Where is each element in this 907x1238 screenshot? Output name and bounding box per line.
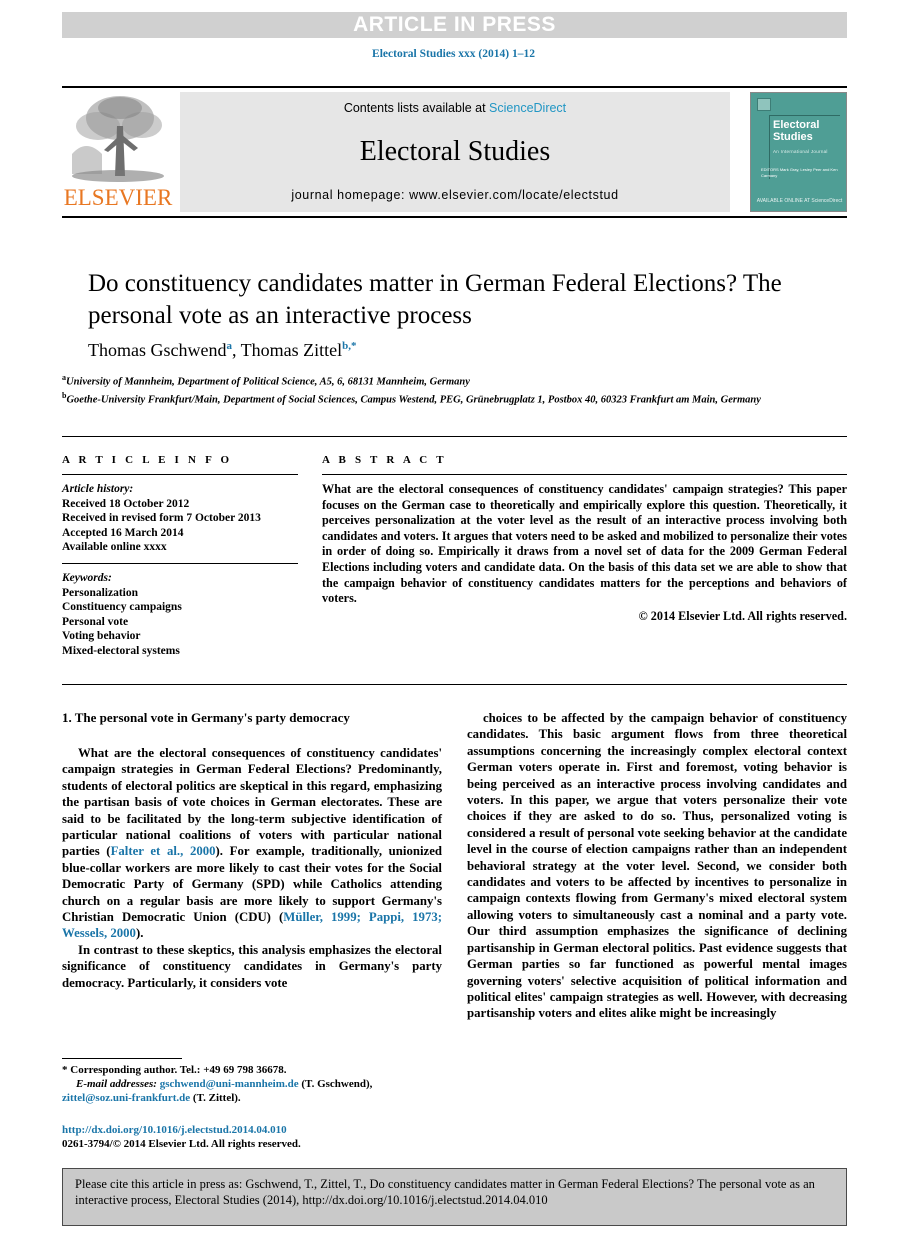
journal-cover-thumbnail: Electoral Studies An International Journ… xyxy=(750,92,847,212)
article-info-section: A R T I C L E I N F O Article history: R… xyxy=(62,454,298,659)
journal-masthead: ELSEVIER Contents lists available at Sci… xyxy=(62,86,847,218)
author-marker-2[interactable]: b,* xyxy=(342,340,356,352)
cover-title-line1: Electoral xyxy=(773,119,820,131)
body-paragraph: What are the electoral consequences of c… xyxy=(62,745,442,942)
keyword-2: Personal vote xyxy=(62,615,129,628)
email-address-1[interactable]: gschwend@uni-mannheim.de xyxy=(160,1078,299,1090)
divider-below-abstract xyxy=(62,684,847,685)
contents-prefix: Contents lists available at xyxy=(343,101,490,115)
cover-publisher: AVAILABLE ONLINE AT ScienceDirect xyxy=(756,198,843,204)
keywords-block: Keywords: Personalization Constituency c… xyxy=(62,571,298,659)
article-page: ARTICLE IN PRESS Electoral Studies xxx (… xyxy=(0,0,907,1238)
body-text-run: ). xyxy=(135,926,144,941)
affiliation-text-b: Goethe-University Frankfurt/Main, Depart… xyxy=(66,394,761,406)
citation-link[interactable]: Falter et al., 2000 xyxy=(111,844,216,858)
cover-title: Electoral Studies xyxy=(773,119,819,143)
email-address-2[interactable]: zittel@soz.uni-frankfurt.de xyxy=(62,1092,190,1104)
section-heading-1: 1. The personal vote in Germany's party … xyxy=(62,710,350,725)
elsevier-tree-icon xyxy=(72,96,164,182)
footnote-rule xyxy=(62,1058,182,1059)
abstract-heading: A B S T R A C T xyxy=(322,454,447,466)
journal-homepage-line[interactable]: journal homepage: www.elsevier.com/locat… xyxy=(291,188,618,202)
keyword-1: Constituency campaigns xyxy=(62,601,182,614)
issn-copyright-line: 0261-3794/© 2014 Elsevier Ltd. All right… xyxy=(62,1138,301,1150)
article-info-heading: A R T I C L E I N F O xyxy=(62,454,233,466)
contents-box: Contents lists available at ScienceDirec… xyxy=(180,92,730,212)
email-note: E-mail addresses: gschwend@uni-mannheim.… xyxy=(62,1077,442,1105)
body-paragraph: choices to be affected by the campaign b… xyxy=(467,710,847,1022)
running-head: Electoral Studies xxx (2014) 1–12 xyxy=(372,48,535,60)
doi-block: http://dx.doi.org/10.1016/j.electstud.20… xyxy=(62,1123,462,1151)
author-marker-1[interactable]: a xyxy=(226,340,232,352)
article-history-block: Article history: Received 18 October 201… xyxy=(62,482,298,555)
abstract-section: A B S T R A C T What are the electoral c… xyxy=(322,454,847,624)
history-item-2: Accepted 16 March 2014 xyxy=(62,526,184,539)
history-item-3: Available online xxxx xyxy=(62,541,167,554)
body-text-run: In contrast to these skeptics, this anal… xyxy=(62,942,442,990)
email-label: E-mail addresses: xyxy=(76,1078,157,1090)
abstract-body: What are the electoral consequences of c… xyxy=(322,482,847,606)
keywords-label: Keywords: xyxy=(62,571,112,584)
abstract-rule xyxy=(322,474,847,475)
cite-this-article-text: Please cite this article in press as: Gs… xyxy=(75,1177,815,1207)
corresponding-author-note: * Corresponding author. Tel.: +49 69 798… xyxy=(62,1063,442,1077)
affiliation-list: aUniversity of Mannheim, Department of P… xyxy=(62,371,762,407)
footnote-block: * Corresponding author. Tel.: +49 69 798… xyxy=(62,1058,442,1105)
author-name-1: Thomas Gschwend xyxy=(88,340,227,360)
cover-editors: EDITORS Mark Gray, Lesley Peer and Ken C… xyxy=(761,167,838,178)
page-title: Do constituency candidates matter in Ger… xyxy=(88,270,782,329)
elsevier-logo: ELSEVIER xyxy=(62,90,174,214)
sciencedirect-link[interactable]: ScienceDirect xyxy=(489,101,566,115)
article-info-rule-mid xyxy=(62,562,298,564)
keyword-4: Mixed-electoral systems xyxy=(62,644,180,657)
body-text-run: choices to be affected by the campaign b… xyxy=(467,711,847,1021)
corresponding-text: Corresponding author. Tel.: +49 69 798 3… xyxy=(70,1064,287,1076)
journal-title: Electoral Studies xyxy=(359,135,551,167)
body-column-right: choices to be affected by the campaign b… xyxy=(467,710,847,1022)
affiliation-a: aUniversity of Mannheim, Department of P… xyxy=(62,371,762,389)
article-history-label: Article history: xyxy=(62,483,134,495)
keyword-0: Personalization xyxy=(62,586,139,599)
author-list: Thomas Gschwenda, Thomas Zittelb,* xyxy=(88,340,357,360)
email-owner-1: (T. Gschwend), xyxy=(301,1078,373,1090)
article-in-press-label: ARTICLE IN PRESS xyxy=(353,13,556,36)
cite-this-article-box: Please cite this article in press as: Gs… xyxy=(62,1168,847,1226)
elsevier-wordmark: ELSEVIER xyxy=(63,185,173,210)
body-paragraph: In contrast to these skeptics, this anal… xyxy=(62,942,442,991)
affiliation-b: bGoethe-University Frankfurt/Main, Depar… xyxy=(62,389,762,407)
history-item-0: Received 18 October 2012 xyxy=(62,497,190,510)
history-item-1: Received in revised form 7 October 2013 xyxy=(62,512,261,525)
cover-corner-mark xyxy=(757,98,771,111)
corresponding-marker: * xyxy=(62,1064,68,1076)
cover-subtitle: An International Journal xyxy=(773,149,828,154)
author-name-2: Thomas Zittel xyxy=(240,340,343,360)
body-text-run: What are the electoral consequences of c… xyxy=(62,746,442,859)
affiliation-text-a: University of Mannheim, Department of Po… xyxy=(66,376,470,388)
article-info-rule-top xyxy=(62,474,298,475)
doi-link[interactable]: http://dx.doi.org/10.1016/j.electstud.20… xyxy=(62,1123,462,1137)
contents-available-line: Contents lists available at ScienceDirec… xyxy=(344,101,566,115)
keyword-3: Voting behavior xyxy=(62,630,141,643)
abstract-copyright: © 2014 Elsevier Ltd. All rights reserved… xyxy=(638,608,847,623)
divider-above-abstract xyxy=(62,436,847,437)
cover-title-line2: Studies xyxy=(773,131,813,143)
article-in-press-banner: ARTICLE IN PRESS xyxy=(62,12,847,38)
email-owner-2: (T. Zittel). xyxy=(192,1092,241,1104)
body-column-left: What are the electoral consequences of c… xyxy=(62,745,442,991)
